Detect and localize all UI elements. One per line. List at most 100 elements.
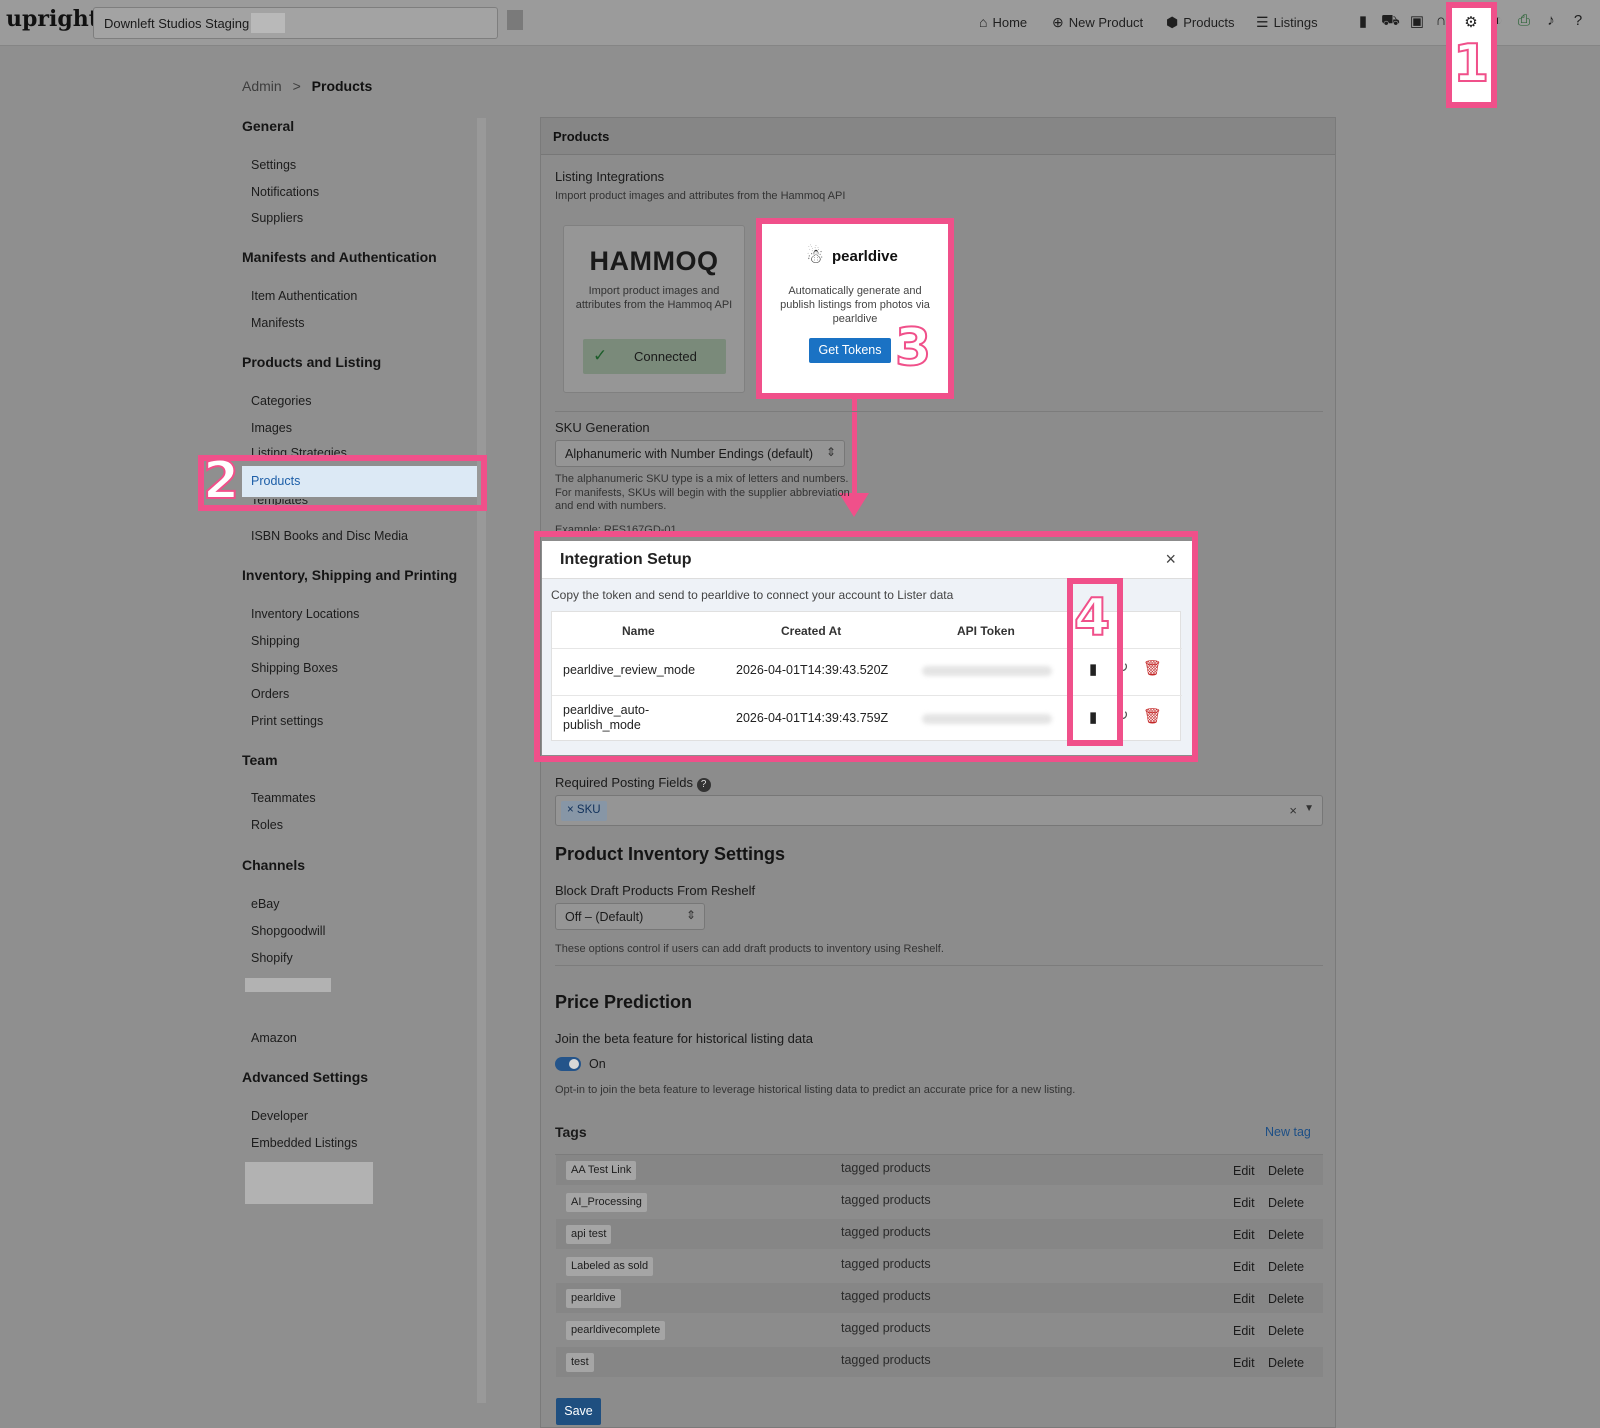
sidebar-item-embedded-listings[interactable]: Embedded Listings [251,1136,357,1150]
hammoq-logo: HAMMOQ [589,246,719,276]
chevron-down-icon[interactable]: ▼ [1304,803,1314,814]
sidebar-scrollbar[interactable] [477,118,486,1403]
clipboard-icon[interactable]: ▮ [1354,12,1372,30]
tag-edit-button[interactable]: Edit [1233,1228,1255,1242]
beta-toggle[interactable] [555,1057,581,1071]
sidebar-item-teammates[interactable]: Teammates [251,791,316,805]
sidebar-item-developer[interactable]: Developer [251,1109,308,1123]
sidebar-item-inventory-locations[interactable]: Inventory Locations [251,607,359,621]
tag-edit-button[interactable]: Edit [1233,1356,1255,1370]
sidebar-item-shopgoodwill[interactable]: Shopgoodwill [251,924,325,938]
sidebar-item-images[interactable]: Images [251,421,292,435]
check-icon: ✓ [593,346,608,365]
app-logo[interactable]: upright [6,6,99,32]
tag-delete-button[interactable]: Delete [1268,1228,1304,1242]
sidebar-item-settings[interactable]: Settings [251,158,296,172]
tag-products-link[interactable]: tagged products [841,1353,931,1367]
tag-edit-button[interactable]: Edit [1233,1196,1255,1210]
sidebar-heading-general: General [242,118,295,134]
sidebar-item-notifications[interactable]: Notifications [251,185,319,199]
sidebar-item-listing-strategies[interactable]: Listing Strategies [251,446,347,455]
hammoq-connected-button[interactable]: ✓ Connected [583,339,726,374]
trash-icon[interactable]: 🗑 [1143,659,1162,677]
sidebar-item-manifests[interactable]: Manifests [251,316,305,330]
sku-generation-select[interactable]: Alphanumeric with Number Endings (defaul… [555,440,845,467]
store-toggle-icon[interactable] [507,10,523,30]
tag-delete-button[interactable]: Delete [1268,1292,1304,1306]
sidebar-item-item-authentication[interactable]: Item Authentication [251,289,357,303]
breadcrumb-admin[interactable]: Admin [242,78,282,94]
token-row-2-token-redacted [922,714,1052,724]
annotation-number-4: 4 [1073,588,1111,648]
sku-generation-value: Alphanumeric with Number Endings (defaul… [565,447,814,461]
tag-products-link[interactable]: tagged products [841,1161,931,1175]
required-fields-select[interactable]: × SKU × ▼ [555,795,1323,826]
sidebar-item-orders[interactable]: Orders [251,687,289,701]
sidebar-item-suppliers[interactable]: Suppliers [251,211,303,225]
beta-desc: Opt-in to join the beta feature to lever… [555,1084,1076,1096]
trash-icon[interactable]: 🗑 [1143,707,1162,725]
sidebar-item-products[interactable]: Products [242,466,477,497]
token-row-2-name: pearldive_auto- publish_mode [563,703,649,733]
block-draft-label: Block Draft Products From Reshelf [555,883,756,898]
sidebar-item-categories[interactable]: Categories [251,394,311,408]
new-tag-link[interactable]: New tag [1265,1125,1311,1139]
nav-products[interactable]: ⬢ Products [1166,14,1235,31]
gear-icon-highlighted[interactable]: ⚙ [1462,13,1480,31]
tag-products-link[interactable]: tagged products [841,1321,931,1335]
help-icon[interactable]: ? [1569,12,1587,29]
nav-home[interactable]: ⌂ Home [979,14,1027,30]
clear-icon[interactable]: × [1289,803,1297,818]
nav-new-product-label: New Product [1068,15,1144,30]
save-button[interactable]: Save [556,1398,601,1425]
sidebar-item-shipping-boxes[interactable]: Shipping Boxes [251,661,338,675]
sidebar-item-isbn[interactable]: ISBN Books and Disc Media [251,529,408,543]
tag-delete-button[interactable]: Delete [1268,1164,1304,1178]
store-selector[interactable]: Downleft Studios Staging [93,7,498,39]
sidebar-item-shopify[interactable]: Shopify [251,951,293,965]
get-tokens-button[interactable]: Get Tokens [809,338,891,363]
token-row-2-name-line-2: publish_mode [563,718,641,732]
tag-delete-button[interactable]: Delete [1268,1324,1304,1338]
block-draft-select[interactable]: Off – (Default) ⇕ [555,903,705,930]
product-inventory-settings-heading: Product Inventory Settings [555,844,786,864]
tag-products-link[interactable]: tagged products [841,1193,931,1207]
sidebar-heading-manifests: Manifests and Authentication [242,249,437,265]
inbox-icon[interactable]: ▣ [1408,12,1426,30]
tag-products-link[interactable]: tagged products [841,1257,931,1271]
sku-desc-line-1: The alphanumeric SKU type is a mix of le… [555,473,849,485]
sidebar-item-ebay[interactable]: eBay [251,897,280,911]
nav-listings[interactable]: ☰ Listings [1256,14,1318,31]
hammoq-connected-label: Connected [634,349,697,364]
sidebar-item-shipping[interactable]: Shipping [251,634,300,648]
tag-products-link[interactable]: tagged products [841,1225,931,1239]
beta-feature-label: Join the beta feature for historical lis… [555,1031,813,1046]
tag-delete-button[interactable]: Delete [1268,1356,1304,1370]
help-icon[interactable]: ? [696,778,711,792]
tag-edit-button[interactable]: Edit [1233,1260,1255,1274]
sidebar-item-print-settings[interactable]: Print settings [251,714,323,728]
cart-icon[interactable]: ⛟ [1381,12,1400,31]
printer-icon[interactable]: ⎙ [1515,12,1533,29]
tag-delete-button[interactable]: Delete [1268,1260,1304,1274]
sidebar-item-roles[interactable]: Roles [251,818,283,832]
bell-icon[interactable]: ♪ [1542,12,1560,29]
tag-row: Labeled as sold tagged products Edit Delete [556,1251,1323,1281]
nav-new-product[interactable]: ⊕ New Product [1052,14,1143,31]
tag-products-link[interactable]: tagged products [841,1289,931,1303]
tag-edit-button[interactable]: Edit [1233,1292,1255,1306]
modal-description: Copy the token and send to pearldive to … [551,588,954,602]
tag-chip: pearldive [566,1289,621,1308]
tag-row: AA Test Link tagged products Edit Delete [556,1155,1323,1185]
list-icon: ☰ [1256,14,1269,30]
sidebar-item-amazon[interactable]: Amazon [251,1031,297,1045]
redacted-channel [245,978,331,992]
tag-delete-button[interactable]: Delete [1268,1196,1304,1210]
required-field-tag[interactable]: × SKU [561,801,607,821]
tag-edit-button[interactable]: Edit [1233,1164,1255,1178]
token-row-2-name-line-1: pearldive_auto- [563,703,650,717]
close-icon[interactable]: × [1165,549,1176,570]
remove-tag-icon[interactable]: × [567,804,574,816]
tag-row: pearldivecomplete tagged products Edit Dele… [556,1315,1323,1345]
tag-edit-button[interactable]: Edit [1233,1324,1255,1338]
